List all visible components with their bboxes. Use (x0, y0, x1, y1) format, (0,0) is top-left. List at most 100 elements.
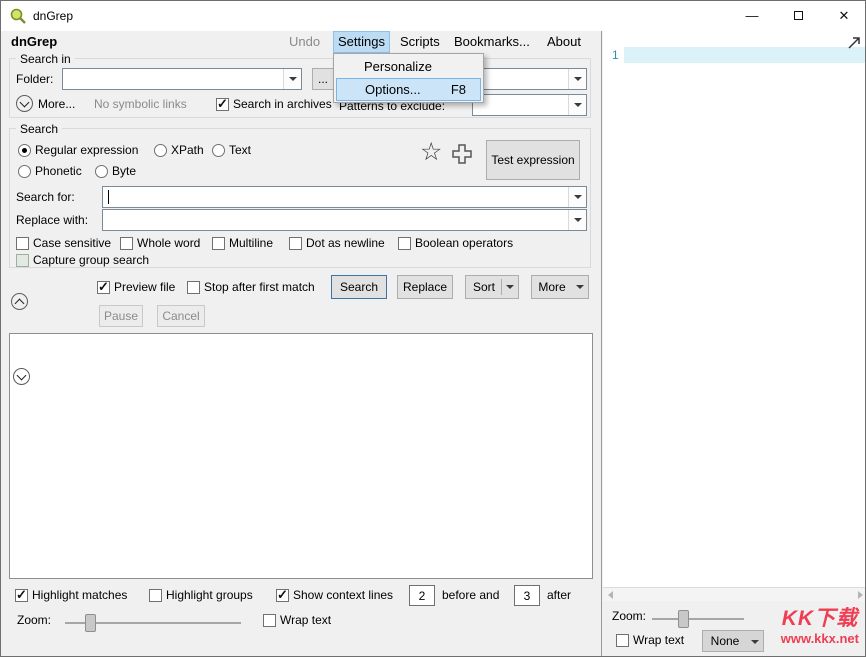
text-radio[interactable] (212, 144, 225, 157)
multiline-checkbox[interactable] (212, 237, 225, 250)
xpath-radio-label[interactable]: XPath (171, 143, 204, 158)
settings-dropdown-menu: Personalize Options... F8 (333, 53, 484, 103)
byte-radio-label[interactable]: Byte (112, 164, 136, 179)
results-zoom-slider-thumb[interactable] (85, 614, 96, 632)
search-in-archives-checkbox[interactable] (216, 98, 229, 111)
search-group-title: Search (16, 122, 62, 136)
results-wrap-text-label[interactable]: Wrap text (280, 613, 331, 628)
search-group: Search Regular expression XPath Text Pho… (9, 128, 591, 268)
stop-after-first-match-checkbox[interactable] (187, 281, 200, 294)
before-and-label: before and (442, 588, 499, 603)
show-context-lines-label[interactable]: Show context lines (293, 588, 393, 603)
highlight-matches-checkbox[interactable] (15, 589, 28, 602)
regex-radio[interactable] (18, 144, 31, 157)
line-number: 1 (612, 47, 619, 63)
chevron-down-icon[interactable] (283, 69, 301, 89)
chevron-down-icon[interactable] (568, 69, 586, 89)
search-for-label: Search for: (16, 190, 75, 205)
results-wrap-text-checkbox[interactable] (263, 614, 276, 627)
preview-file-label[interactable]: Preview file (114, 280, 175, 295)
folder-label: Folder: (16, 72, 53, 87)
chevron-down-icon[interactable] (568, 95, 586, 115)
window-title: dnGrep (33, 9, 73, 24)
preview-zoom-slider-track[interactable] (652, 618, 744, 620)
preview-wrap-text-label[interactable]: Wrap text (633, 633, 684, 648)
search-in-group: Search in Folder: ... More... No symboli… (9, 58, 591, 118)
close-button[interactable]: ✕ (821, 1, 866, 31)
preview-horizontal-scrollbar[interactable] (603, 587, 866, 601)
capture-group-search-checkbox (16, 254, 29, 267)
bookmark-star-icon[interactable]: ☆ (420, 139, 442, 165)
app-icon[interactable] (9, 7, 27, 25)
maximize-button[interactable] (775, 1, 821, 31)
stop-after-first-match-label[interactable]: Stop after first match (204, 280, 315, 295)
scroll-right-arrow-icon[interactable] (852, 588, 866, 601)
chevron-down-icon[interactable] (568, 210, 586, 230)
watermark: KK下载 www.kkx.net (781, 607, 859, 646)
phonetic-radio-label[interactable]: Phonetic (35, 164, 82, 179)
search-for-combobox[interactable] (102, 186, 587, 208)
whole-word-label[interactable]: Whole word (137, 236, 200, 251)
text-radio-label[interactable]: Text (229, 143, 251, 158)
dot-as-newline-label[interactable]: Dot as newline (306, 236, 385, 251)
highlight-groups-label[interactable]: Highlight groups (166, 588, 253, 603)
expand-chevron-down-icon[interactable] (13, 368, 30, 385)
menu-item-undo[interactable]: Undo (289, 34, 320, 50)
capture-group-search-label: Capture group search (33, 253, 149, 268)
byte-radio[interactable] (95, 165, 108, 178)
regex-radio-label[interactable]: Regular expression (35, 143, 138, 158)
show-context-lines-checkbox[interactable] (276, 589, 289, 602)
highlight-groups-checkbox[interactable] (149, 589, 162, 602)
open-preview-window-icon[interactable] (846, 35, 862, 51)
preview-editor[interactable]: 1 (603, 31, 866, 587)
results-list[interactable] (9, 333, 593, 579)
menu-item-scripts[interactable]: Scripts (400, 34, 440, 50)
options-label: Options... (365, 82, 421, 97)
case-sensitive-label[interactable]: Case sensitive (33, 236, 111, 251)
more-label[interactable]: More... (38, 97, 75, 112)
menu-item-bookmarks[interactable]: Bookmarks... (454, 34, 530, 50)
menu-item-settings[interactable]: Settings (333, 31, 390, 53)
scroll-left-arrow-icon[interactable] (603, 588, 619, 601)
chevron-down-icon[interactable] (568, 187, 586, 207)
preview-wrap-text-checkbox[interactable] (616, 634, 629, 647)
xpath-radio[interactable] (154, 144, 167, 157)
sort-button[interactable]: Sort (465, 275, 519, 299)
browse-folder-button[interactable]: ... (312, 68, 334, 90)
dot-as-newline-checkbox[interactable] (289, 237, 302, 250)
file-patterns-combobox[interactable] (482, 68, 587, 90)
preview-panel: 1 Zoom: Wrap text None (601, 31, 866, 657)
whole-word-checkbox[interactable] (120, 237, 133, 250)
more-options-chevron-down-icon[interactable] (16, 95, 33, 112)
preview-file-checkbox[interactable] (97, 281, 110, 294)
replace-with-combobox[interactable] (102, 209, 587, 231)
replace-button[interactable]: Replace (397, 275, 453, 299)
highlight-matches-label[interactable]: Highlight matches (32, 588, 127, 603)
syntax-dropdown[interactable]: None (702, 630, 764, 652)
preview-zoom-slider-thumb[interactable] (678, 610, 689, 628)
menu-item-options[interactable]: Options... F8 (336, 78, 481, 101)
phonetic-radio[interactable] (18, 165, 31, 178)
collapse-chevron-up-icon[interactable] (11, 293, 28, 310)
context-before-input[interactable] (409, 585, 435, 606)
more-button[interactable]: More (531, 275, 589, 299)
boolean-operators-checkbox[interactable] (398, 237, 411, 250)
patterns-to-exclude-combobox[interactable] (472, 94, 587, 116)
multiline-label[interactable]: Multiline (229, 236, 273, 251)
pause-button[interactable]: Pause (99, 305, 143, 327)
add-bookmark-plus-icon[interactable] (450, 142, 474, 166)
menu-item-personalize[interactable]: Personalize (336, 55, 481, 78)
folder-combobox[interactable] (62, 68, 302, 90)
dngrep-window: dnGrep — ✕ dnGrep Undo Settings Scripts … (0, 0, 866, 657)
boolean-operators-label[interactable]: Boolean operators (415, 236, 513, 251)
preview-zoom-label: Zoom: (612, 609, 646, 624)
sort-separator (501, 279, 502, 295)
search-button[interactable]: Search (331, 275, 387, 299)
case-sensitive-checkbox[interactable] (16, 237, 29, 250)
minimize-button[interactable]: — (729, 1, 775, 31)
context-after-input[interactable] (514, 585, 540, 606)
cancel-button[interactable]: Cancel (157, 305, 205, 327)
test-expression-button[interactable]: Test expression (486, 140, 580, 180)
search-in-archives-label[interactable]: Search in archives (233, 97, 332, 112)
menu-item-about[interactable]: About (547, 34, 581, 50)
